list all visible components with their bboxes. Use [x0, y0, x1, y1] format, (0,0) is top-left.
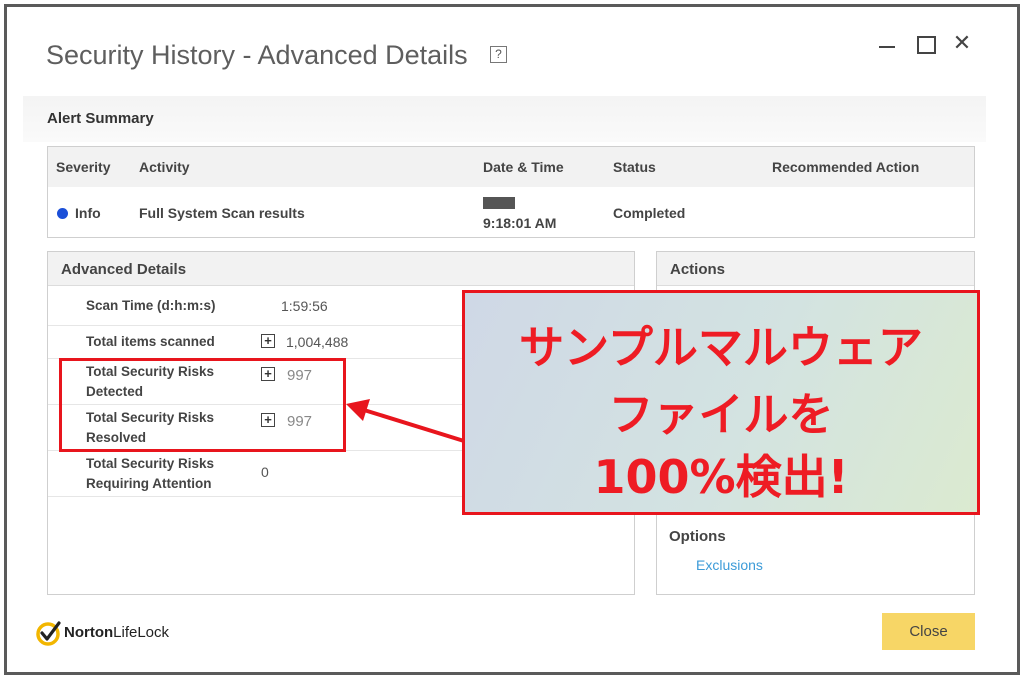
close-button[interactable]: Close: [882, 613, 975, 650]
alert-table: Severity Activity Date & Time Status Rec…: [47, 146, 975, 238]
close-icon[interactable]: ✕: [949, 30, 975, 56]
risks-attention-value: 0: [261, 464, 269, 480]
activity-value[interactable]: Full System Scan results: [139, 205, 305, 221]
window-title: Security History - Advanced Details: [46, 40, 468, 70]
alert-table-header: Severity Activity Date & Time Status Rec…: [48, 147, 974, 187]
callout-line-2: ファイルを: [608, 388, 834, 441]
info-severity-icon: [57, 208, 68, 219]
status-value: Completed: [613, 205, 686, 221]
header-date-time: Date & Time: [483, 159, 564, 175]
severity-value: Info: [75, 205, 101, 221]
advanced-details-title: Advanced Details: [61, 261, 187, 278]
time-value: 9:18:01 AM: [483, 215, 557, 231]
options-title: Options: [669, 528, 726, 545]
items-scanned-label: Total items scanned: [86, 334, 215, 349]
header-status: Status: [613, 159, 656, 175]
brand-lifelock: LifeLock: [113, 624, 170, 641]
header-severity: Severity: [56, 159, 111, 175]
callout-arrow: [346, 399, 465, 443]
actions-header: Actions: [657, 252, 974, 286]
scan-time-label: Scan Time (d:h:m:s): [86, 298, 216, 313]
alert-summary-band: [23, 96, 986, 142]
help-icon[interactable]: ?: [490, 46, 507, 63]
header-recommended-action: Recommended Action: [772, 159, 920, 175]
norton-lifelock-logo: NortonLifeLock: [64, 624, 169, 641]
minimize-icon[interactable]: [874, 30, 900, 56]
alert-summary-title: Alert Summary: [47, 110, 154, 127]
callout-line-1: サンプルマルウェア: [519, 321, 923, 374]
redacted-date: [483, 197, 515, 209]
highlight-box: [59, 358, 346, 452]
maximize-icon[interactable]: [912, 30, 938, 56]
risks-attention-label: Total Security Risks Requiring Attention: [86, 456, 215, 491]
items-scanned-value: 1,004,488: [286, 334, 349, 350]
advanced-details-header: Advanced Details: [48, 252, 634, 286]
header-activity: Activity: [139, 159, 190, 175]
scan-time-value: 1:59:56: [281, 298, 328, 314]
exclusions-link[interactable]: Exclusions: [696, 557, 763, 573]
brand-norton: Norton: [64, 624, 114, 641]
actions-title: Actions: [670, 261, 726, 278]
norton-check-icon: [36, 621, 61, 646]
expand-items-scanned-icon[interactable]: +: [261, 334, 275, 348]
callout-line-3: 100%検出!: [593, 450, 849, 504]
callout-box: サンプルマルウェア ファイルを 100%検出!: [462, 290, 980, 515]
